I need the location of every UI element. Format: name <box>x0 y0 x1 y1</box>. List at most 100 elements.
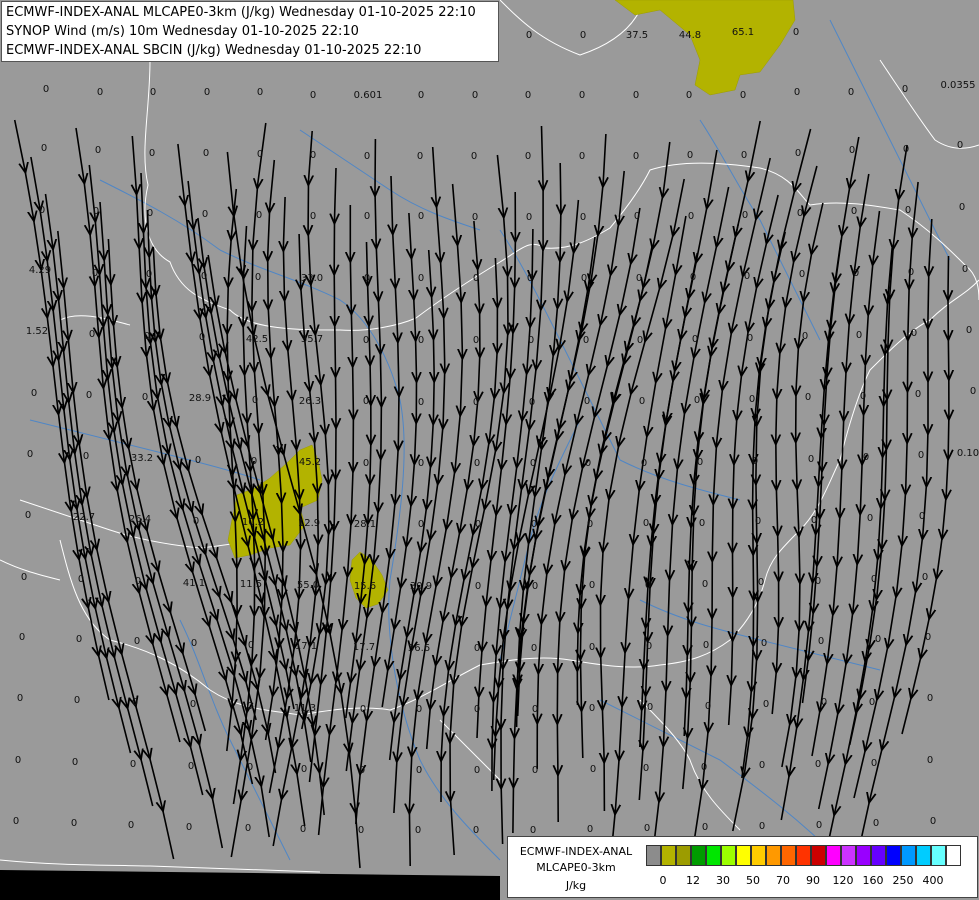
cin-value-label: 0 <box>202 209 208 220</box>
legend-tick-label: 70 <box>776 874 790 887</box>
cin-value-label: 0 <box>93 206 99 217</box>
cin-value-label: 0 <box>188 761 194 772</box>
cin-value-label: 44.8 <box>679 30 701 41</box>
cin-value-label: 0 <box>532 765 538 776</box>
map-view[interactable]: 13.520.500037.544.865.100000000.60100000… <box>0 0 979 900</box>
legend-tick-label: 250 <box>892 874 914 887</box>
cin-value-label: 28.9 <box>189 393 211 404</box>
cin-value-label: 0 <box>957 140 963 151</box>
cin-value-label: 0 <box>83 451 89 462</box>
cin-value-label: 0 <box>579 151 585 162</box>
cin-value-label: 0 <box>363 458 369 469</box>
cin-value-label: 0 <box>19 632 25 643</box>
cin-value-label: 10.2 <box>242 517 264 528</box>
cin-value-label: 0 <box>646 641 652 652</box>
cin-value-label: 0 <box>526 30 532 41</box>
cin-value-label: 0 <box>128 820 134 831</box>
cin-value-label: 0 <box>902 84 908 95</box>
cin-value-label: 0 <box>853 268 859 279</box>
cin-value-label: 0 <box>701 762 707 773</box>
cin-value-label: 0 <box>851 206 857 217</box>
cin-value-label: 0 <box>647 702 653 713</box>
cin-value-label: 0 <box>358 825 364 836</box>
cin-value-label: 0 <box>805 392 811 403</box>
cin-value-label: 0 <box>643 763 649 774</box>
cin-value-label: 0 <box>860 391 866 402</box>
cin-value-label: 0 <box>927 693 933 704</box>
cin-value-label: 0 <box>589 642 595 653</box>
cin-value-label: 0 <box>416 765 422 776</box>
cin-value-label: 0 <box>755 516 761 527</box>
layer-title-mlcape: ECMWF-INDEX-ANAL MLCAPE0-3km (J/kg) Wedn… <box>6 5 476 20</box>
cin-value-label: 0 <box>694 395 700 406</box>
cin-value-label: 0 <box>903 144 909 155</box>
cin-value-label: 0 <box>300 824 306 835</box>
cin-value-label: 0 <box>966 325 972 336</box>
cin-value-label: 0 <box>808 454 814 465</box>
cin-value-label: 0 <box>908 267 914 278</box>
cin-value-label: 0 <box>418 211 424 222</box>
cin-value-label: 0 <box>474 765 480 776</box>
cin-value-label: 0 <box>637 335 643 346</box>
cin-value-label: 0 <box>799 269 805 280</box>
cin-value-label: 0 <box>815 759 821 770</box>
cin-value-label: 4.29 <box>29 265 51 276</box>
legend-tick-label: 12 <box>686 874 700 887</box>
cin-value-label: 1.52 <box>26 326 48 337</box>
cin-value-label: 0 <box>690 272 696 283</box>
cin-value-label: 0 <box>310 90 316 101</box>
cin-value-label: 0 <box>530 825 536 836</box>
cin-value-label: 0 <box>531 519 537 530</box>
cin-value-label: 0 <box>310 211 316 222</box>
cin-value-label: 0.601 <box>354 90 383 101</box>
cin-value-label: 0 <box>72 757 78 768</box>
cin-value-label: 0 <box>310 150 316 161</box>
cin-value-label: 0 <box>871 758 877 769</box>
cin-value-label: 0 <box>761 638 767 649</box>
cin-value-label: 0 <box>639 396 645 407</box>
cin-value-label: 0 <box>71 818 77 829</box>
cin-value-label: 0 <box>15 755 21 766</box>
cin-value-label: 0 <box>922 572 928 583</box>
cin-value-label: 0 <box>257 87 263 98</box>
cin-value-label: 0 <box>645 580 651 591</box>
cin-value-label: 0 <box>416 704 422 715</box>
cin-value-label: 0 <box>919 511 925 522</box>
weather-map-canvas[interactable]: 13.520.500037.544.865.100000000.60100000… <box>0 0 979 900</box>
cin-value-label: 0 <box>526 212 532 223</box>
cin-value-label: 0 <box>821 697 827 708</box>
cin-value-label: 0 <box>203 148 209 159</box>
cin-value-label: 0 <box>530 458 536 469</box>
legend-color-swatch <box>661 845 676 866</box>
cin-value-label: 0 <box>252 395 258 406</box>
cin-value-label: 0 <box>579 90 585 101</box>
cin-value-label: 30.9 <box>410 581 432 592</box>
cin-value-label: 0 <box>257 149 263 160</box>
cin-value-label: 0 <box>255 272 261 283</box>
legend-color-swatch <box>901 845 916 866</box>
cin-value-label: 0 <box>415 825 421 836</box>
cin-value-label: 0 <box>186 822 192 833</box>
cin-value-label: 0 <box>930 816 936 827</box>
cin-value-label: 0 <box>590 764 596 775</box>
legend-color-swatch <box>766 845 781 866</box>
cin-value-label: 0 <box>962 264 968 275</box>
cin-value-label: 0 <box>364 151 370 162</box>
cin-value-label: 0 <box>301 764 307 775</box>
cin-value-label: 0 <box>363 396 369 407</box>
cin-value-label: 0 <box>692 334 698 345</box>
cin-value-label: 0.10 <box>957 448 979 459</box>
cin-value-label: 0 <box>27 449 33 460</box>
cin-value-label: 0 <box>417 151 423 162</box>
cin-value-label: 0 <box>43 84 49 95</box>
cin-value-label: 0 <box>849 145 855 156</box>
cin-value-label: 0 <box>759 821 765 832</box>
legend-color-swatch <box>691 845 706 866</box>
cin-value-label: 0 <box>25 510 31 521</box>
cin-value-label: 0 <box>580 212 586 223</box>
cin-value-label: 0 <box>749 394 755 405</box>
cin-value-label: 15.6 <box>354 581 376 592</box>
cin-value-label: 0 <box>905 205 911 216</box>
cin-value-label: 0 <box>146 269 152 280</box>
cin-value-label: 0 <box>39 205 45 216</box>
